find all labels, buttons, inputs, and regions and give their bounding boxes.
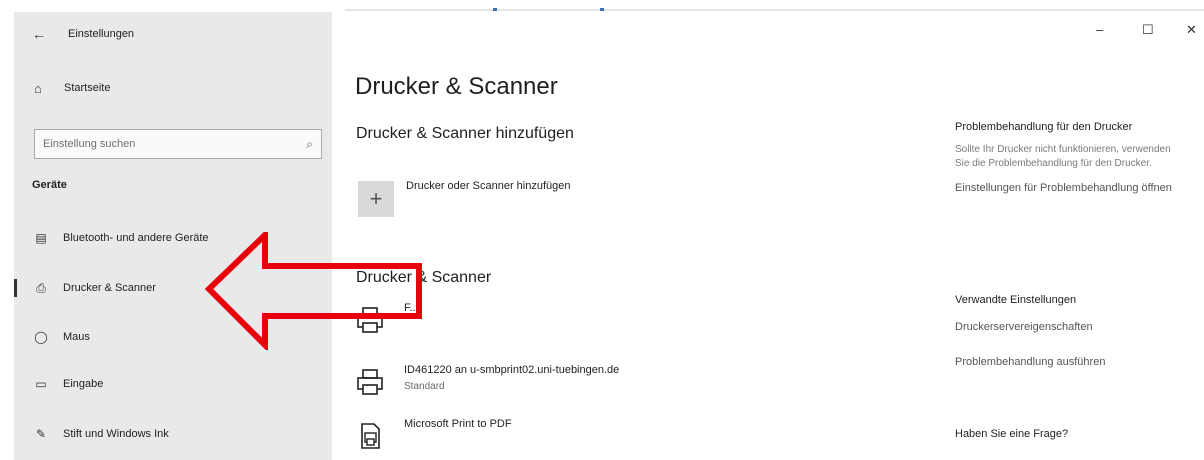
sidebar-item-label: Eingabe xyxy=(63,378,104,390)
troubleshoot-settings-link[interactable]: Einstellungen für Problembehandlung öffn… xyxy=(955,181,1187,196)
sidebar-item-typing[interactable]: ▭ Eingabe xyxy=(14,370,332,398)
sidebar-item-label: Startseite xyxy=(64,82,111,94)
printer-icon: ⎙ xyxy=(36,280,46,295)
window-title: Einstellungen xyxy=(68,28,135,40)
sidebar-item-label: Maus xyxy=(63,331,90,343)
question-title: Haben Sie eine Frage? xyxy=(955,428,1069,440)
run-troubleshooter-link[interactable]: Problembehandlung ausführen xyxy=(955,355,1195,370)
printer-name: ID461220 an u-smbprint02.uni-tuebingen.d… xyxy=(404,364,620,376)
search-box[interactable]: ⌕ xyxy=(34,129,322,159)
pdf-printer-icon xyxy=(361,423,380,449)
printer-name: Microsoft Print to PDF xyxy=(404,418,512,430)
printer-list-item[interactable]: ID461220 an u-smbprint02.uni-tuebingen.d… xyxy=(356,364,736,404)
sidebar-item-label: Drucker & Scanner xyxy=(63,282,156,294)
maximize-button[interactable]: ☐ xyxy=(1142,22,1154,38)
help-panel: Haben Sie eine Frage? xyxy=(955,428,1195,440)
bluetooth-devices-icon: ▤ xyxy=(35,231,47,245)
sidebar-item-pen[interactable]: ✎ Stift und Windows Ink xyxy=(14,420,332,448)
troubleshoot-title: Problembehandlung für den Drucker xyxy=(955,121,1133,133)
printer-icon xyxy=(357,369,383,395)
close-button[interactable]: ✕ xyxy=(1186,22,1197,38)
top-accent-mark xyxy=(493,8,497,11)
keyboard-icon: ▭ xyxy=(35,377,47,391)
sidebar-item-label: Bluetooth- und andere Geräte xyxy=(63,232,209,244)
related-settings-title: Verwandte Einstellungen xyxy=(955,294,1077,306)
print-server-properties-link[interactable]: Druckerservereigenschaften xyxy=(955,320,1195,335)
annotation-arrow xyxy=(205,232,422,350)
minimize-button[interactable]: – xyxy=(1096,22,1103,37)
mouse-icon: ◯ xyxy=(34,330,48,344)
section-title: Geräte xyxy=(32,179,67,191)
back-arrow-icon[interactable]: ← xyxy=(32,26,50,42)
home-icon: ⌂ xyxy=(34,80,42,96)
top-strip xyxy=(0,0,1204,12)
top-accent-mark xyxy=(600,8,604,11)
left-edge xyxy=(0,12,14,460)
related-settings-panel: Verwandte Einstellungen Druckerservereig… xyxy=(955,294,1195,370)
printer-status: Standard xyxy=(404,381,445,392)
search-icon[interactable]: ⌕ xyxy=(306,137,313,152)
add-section-title: Drucker & Scanner hinzufügen xyxy=(356,125,574,142)
troubleshoot-panel: Problembehandlung für den Drucker Sollte… xyxy=(955,121,1195,196)
sidebar-item-label: Stift und Windows Ink xyxy=(63,428,169,440)
pen-icon: ✎ xyxy=(35,427,47,441)
top-divider xyxy=(345,9,1204,11)
title-bar: ← Einstellungen xyxy=(14,22,332,46)
add-printer-button[interactable]: + xyxy=(358,181,394,217)
sidebar-item-home[interactable]: ⌂ Startseite xyxy=(14,76,332,100)
printer-list-item[interactable]: Microsoft Print to PDF xyxy=(356,418,736,458)
plus-icon: + xyxy=(369,186,383,211)
troubleshoot-text: Sollte Ihr Drucker nicht funktionieren, … xyxy=(955,144,1171,169)
page-title: Drucker & Scanner xyxy=(355,73,558,100)
add-printer-label[interactable]: Drucker oder Scanner hinzufügen xyxy=(406,180,570,192)
search-input[interactable] xyxy=(41,137,285,151)
